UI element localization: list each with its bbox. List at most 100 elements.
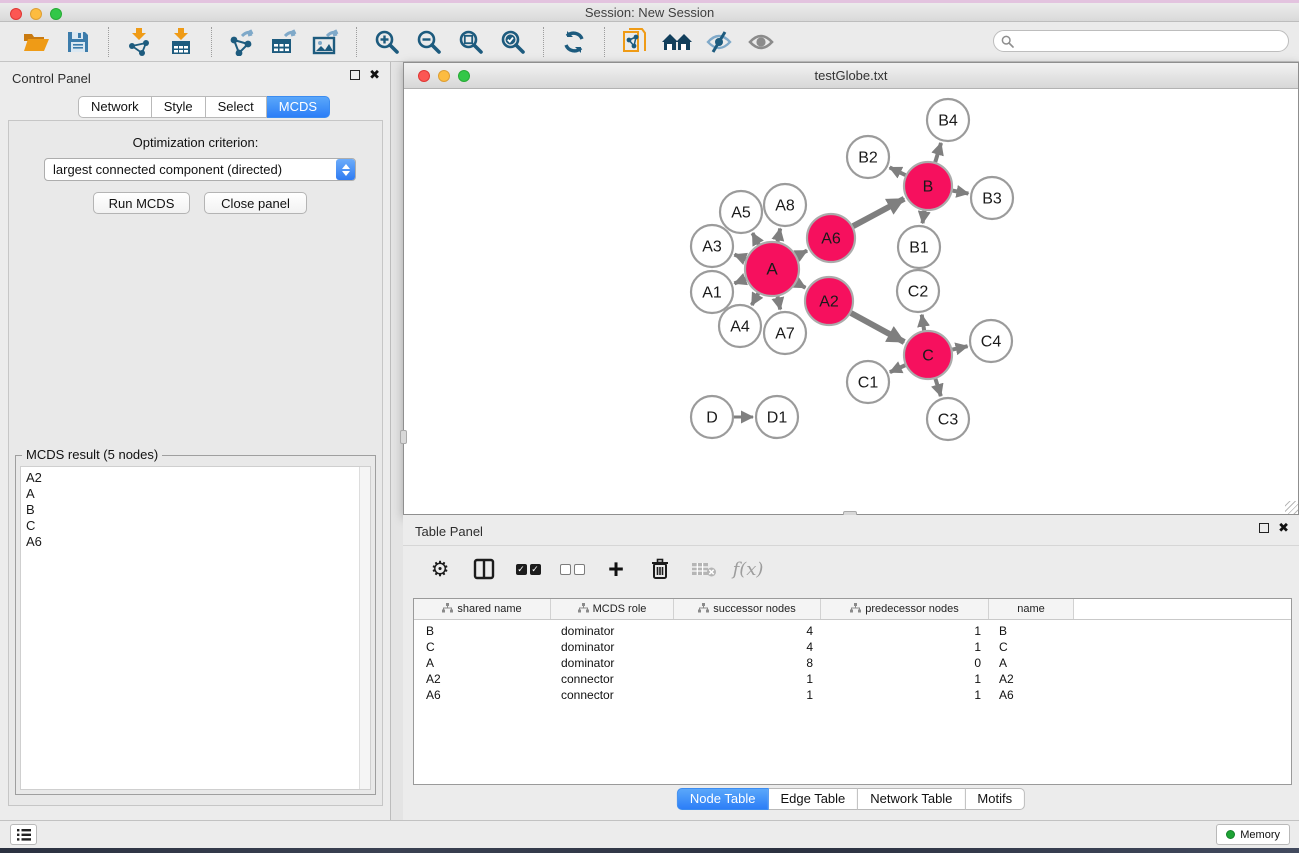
import-table-button[interactable] <box>163 26 199 58</box>
show-columns-button[interactable] <box>467 552 501 586</box>
table-cell[interactable]: 4 <box>674 624 821 638</box>
show-all-button[interactable] <box>743 26 779 58</box>
mcds-result-item[interactable]: C <box>21 518 370 534</box>
network-canvas[interactable]: AA6A2BCA1A3A4A5A7A8B1B2B3B4C1C2C3C4DD1 <box>405 89 1297 512</box>
splitter-grip-left[interactable] <box>400 430 407 444</box>
table-row[interactable]: Cdominator41C <box>414 639 1291 655</box>
add-row-button[interactable]: + <box>599 552 633 586</box>
network-edge[interactable] <box>890 365 905 372</box>
search-field[interactable] <box>993 30 1289 52</box>
table-row[interactable]: A2connector11A2 <box>414 671 1291 687</box>
table-cell[interactable]: 1 <box>674 672 821 686</box>
mcds-result-item[interactable]: B <box>21 502 370 518</box>
table-cell[interactable]: B <box>989 624 1074 638</box>
network-edge[interactable] <box>922 315 924 331</box>
node-table[interactable]: shared nameMCDS rolesuccessor nodesprede… <box>413 598 1292 785</box>
table-cell[interactable]: A <box>414 656 551 670</box>
hide-selected-button[interactable] <box>701 26 737 58</box>
mcds-list-scrollbar[interactable] <box>359 467 370 789</box>
export-table-button[interactable] <box>266 26 302 58</box>
table-cell[interactable]: A6 <box>414 688 551 702</box>
table-cell[interactable]: C <box>989 640 1074 654</box>
import-network-button[interactable] <box>121 26 157 58</box>
column-header-MCDS-role[interactable]: MCDS role <box>551 599 674 619</box>
tab-mcds[interactable]: MCDS <box>267 96 330 118</box>
network-edge[interactable] <box>851 313 904 342</box>
table-cell[interactable]: 0 <box>821 656 989 670</box>
tab-select[interactable]: Select <box>206 96 267 118</box>
network-edge[interactable] <box>923 211 925 224</box>
table-row[interactable]: A6connector11A6 <box>414 687 1291 703</box>
open-session-button[interactable] <box>18 26 54 58</box>
close-panel-button[interactable]: Close panel <box>204 192 307 214</box>
optimization-criterion-dropdown[interactable]: largest connected component (directed) <box>44 158 356 181</box>
network-edge[interactable] <box>935 379 940 396</box>
column-header-name[interactable]: name <box>989 599 1074 619</box>
network-edge[interactable] <box>935 143 941 162</box>
main-titlebar[interactable]: Session: New Session <box>0 3 1299 22</box>
mcds-result-item[interactable]: A6 <box>21 534 370 550</box>
zoom-in-button[interactable] <box>369 26 405 58</box>
table-row[interactable]: Adominator80A <box>414 655 1291 671</box>
table-cell[interactable]: 1 <box>674 688 821 702</box>
network-edge[interactable] <box>752 293 759 305</box>
table-cell[interactable]: connector <box>551 672 674 686</box>
mcds-result-item[interactable]: A <box>21 486 370 502</box>
network-edge[interactable] <box>734 255 745 259</box>
table-cell[interactable]: C <box>414 640 551 654</box>
zoom-fit-button[interactable] <box>453 26 489 58</box>
tab-network[interactable]: Network <box>78 96 152 118</box>
deselect-all-button[interactable] <box>555 552 589 586</box>
select-all-button[interactable]: ✓✓ <box>511 552 545 586</box>
table-cell[interactable]: A2 <box>989 672 1074 686</box>
column-header-shared-name[interactable]: shared name <box>414 599 551 619</box>
column-header-successor-nodes[interactable]: successor nodes <box>674 599 821 619</box>
zoom-selected-button[interactable] <box>495 26 531 58</box>
tab-network-table[interactable]: Network Table <box>858 788 965 810</box>
export-network-button[interactable] <box>224 26 260 58</box>
network-view-window[interactable]: testGlobe.txt AA6A2BCA1A3A4A5A7A8B1B2B3B… <box>403 62 1299 515</box>
tab-node-table[interactable]: Node Table <box>677 788 769 810</box>
table-row[interactable]: Bdominator41B <box>414 623 1291 639</box>
mcds-result-item[interactable]: A2 <box>21 467 370 486</box>
table-cell[interactable]: B <box>414 624 551 638</box>
save-session-button[interactable] <box>60 26 96 58</box>
mcds-result-list[interactable]: A2ABCA6 <box>20 466 371 790</box>
table-cell[interactable]: dominator <box>551 640 674 654</box>
table-cell[interactable]: 1 <box>821 640 989 654</box>
table-cell[interactable]: A2 <box>414 672 551 686</box>
table-cell[interactable]: 1 <box>821 624 989 638</box>
table-cell[interactable]: dominator <box>551 656 674 670</box>
tab-motifs[interactable]: Motifs <box>965 788 1025 810</box>
network-edge[interactable] <box>952 346 967 349</box>
delete-button[interactable] <box>643 552 677 586</box>
refresh-view-button[interactable] <box>556 26 592 58</box>
table-cell[interactable]: 8 <box>674 656 821 670</box>
network-window-titlebar[interactable]: testGlobe.txt <box>404 63 1298 89</box>
task-history-button[interactable] <box>10 824 37 845</box>
network-edge[interactable] <box>890 167 906 175</box>
function-builder-button[interactable]: f(x) <box>731 552 765 586</box>
tab-style[interactable]: Style <box>152 96 206 118</box>
table-cell[interactable]: 1 <box>821 688 989 702</box>
new-network-from-selection-button[interactable] <box>617 26 653 58</box>
network-edge[interactable] <box>734 279 745 283</box>
table-cell[interactable]: dominator <box>551 624 674 638</box>
close-panel-icon[interactable]: ✖ <box>369 70 380 80</box>
export-image-button[interactable] <box>308 26 344 58</box>
column-header-predecessor-nodes[interactable]: predecessor nodes <box>821 599 989 619</box>
table-cell[interactable]: 4 <box>674 640 821 654</box>
table-cell[interactable]: connector <box>551 688 674 702</box>
table-cell[interactable]: A <box>989 656 1074 670</box>
table-settings-button[interactable]: ⚙ <box>423 552 457 586</box>
first-neighbors-button[interactable] <box>659 26 695 58</box>
network-edge[interactable] <box>853 199 904 226</box>
network-edge[interactable] <box>797 251 807 256</box>
run-mcds-button[interactable]: Run MCDS <box>93 192 190 214</box>
float-table-panel-icon[interactable] <box>1259 523 1269 533</box>
network-resize-grip[interactable] <box>1285 501 1298 514</box>
zoom-out-button[interactable] <box>411 26 447 58</box>
network-edge[interactable] <box>953 191 969 194</box>
search-input[interactable] <box>1018 34 1288 48</box>
delete-table-button[interactable] <box>687 552 721 586</box>
